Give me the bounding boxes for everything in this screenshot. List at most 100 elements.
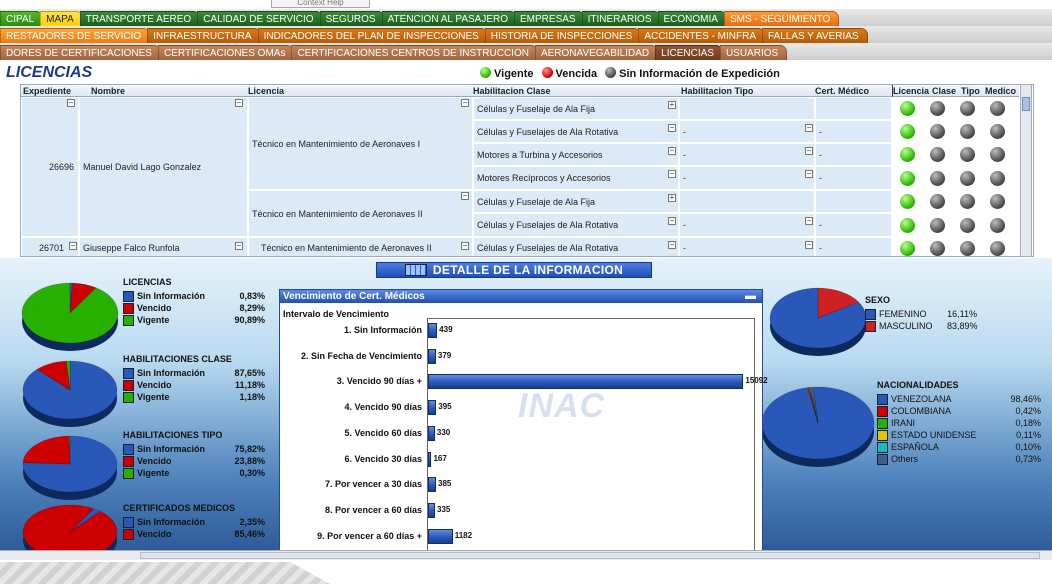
tab-calidad-de-servicio[interactable]: CALIDAD DE SERVICIO (197, 11, 323, 26)
collapse-icon[interactable]: − (67, 99, 75, 107)
tab-accidentes-minfra[interactable]: ACCIDENTES - MINFRA (638, 28, 765, 43)
licencias-table: Expediente Nombre Licencia Habilitacion … (20, 84, 1034, 257)
licencias-legend: LICENCIAS Sin Información 0,83% Vencido 8,29… (123, 277, 265, 326)
bar-value-label: 167 (433, 453, 447, 463)
tab-restadores-de-servicio[interactable]: RESTADORES DE SERVICIO (0, 28, 151, 43)
legend-swatch (877, 441, 888, 453)
legend-title: CERTIFICADOS MEDICOS (123, 503, 236, 513)
tab-indicadores-del-plan-de-inspecciones[interactable]: INDICADORES DEL PLAN DE INSPECCIONES (257, 28, 488, 43)
col-ind-clase[interactable]: Clase (932, 85, 961, 97)
collapse-icon[interactable]: − (805, 124, 813, 132)
gray-status-icon (929, 101, 945, 116)
scroll-thumb[interactable] (1022, 97, 1030, 111)
collapse-icon[interactable]: − (461, 192, 469, 200)
expand-icon[interactable]: + (668, 194, 676, 202)
collapse-icon[interactable]: − (668, 217, 676, 225)
collapse-icon[interactable]: − (805, 217, 813, 225)
collapse-icon[interactable]: − (805, 241, 813, 249)
col-ind-licencia[interactable]: Licencia (892, 85, 932, 97)
tab-infraestructura[interactable]: INFRAESTRUCTURA (147, 28, 261, 43)
horizontal-scrollbar[interactable] (0, 550, 1052, 560)
tab-aeronavegabilidad[interactable]: AERONAVEGABILIDAD (534, 45, 659, 60)
cert-medico-cell-value: - (819, 126, 822, 137)
green-status-icon (899, 217, 915, 233)
tab-atencion-al-pasajero[interactable]: ATENCION AL PASAJERO (381, 11, 518, 26)
table-vertical-scrollbar[interactable] (1020, 84, 1032, 257)
legend-value: 85,46% (234, 529, 265, 539)
bar[interactable] (428, 425, 435, 441)
legend-value: 23,88% (234, 456, 265, 466)
col-hab-clase[interactable]: Habilitacion Clase (473, 85, 679, 97)
bar-value-label: 439 (439, 325, 453, 334)
hab-tipo-pie (22, 435, 118, 500)
vencimiento-chart-panel: Vencimiento de Cert. Médicos ▬ Intervalo … (279, 289, 768, 551)
collapse-icon[interactable]: − (69, 242, 77, 250)
legend-row: VENEZOLANA 98,46% (877, 393, 1041, 405)
bar-value-label: 15092 (745, 376, 768, 386)
col-nombre[interactable]: Nombre (91, 85, 248, 97)
bar[interactable] (428, 528, 453, 544)
collapse-icon[interactable]: − (805, 147, 813, 155)
gray-status-icon (959, 124, 975, 139)
tab-dores-de-certificaciones[interactable]: DORES DE CERTIFICACIONES (0, 45, 161, 60)
legend-value: 90,89% (234, 315, 265, 325)
col-cert-medico[interactable]: Cert. Médico (815, 85, 892, 97)
bar[interactable] (428, 477, 437, 493)
licencia-cell: Técnico en Mantenimiento de Aeronaves I (248, 97, 473, 190)
tab-licencias[interactable]: LICENCIAS (655, 45, 723, 60)
col-ind-medico[interactable]: Medico (985, 85, 1019, 97)
legend-row: Vencido 85,46% (123, 528, 265, 540)
tab-certificaciones-centros-de-instruccion[interactable]: CERTIFICACIONES CENTROS DE INSTRUCCION (291, 45, 538, 60)
collapse-icon[interactable]: − (668, 124, 676, 132)
legend-swatch (877, 393, 888, 405)
tab-fallas-y-averias[interactable]: FALLAS Y AVERIAS (761, 28, 868, 43)
legend-row: Vencido 8,29% (123, 302, 265, 314)
col-expediente[interactable]: Expediente (21, 85, 91, 97)
legend-label: VENEZOLANA (891, 394, 952, 404)
tab-transporte-aereo[interactable]: TRANSPORTE AEREO (79, 11, 201, 26)
collapse-icon[interactable]: − (461, 242, 469, 250)
collapse-icon[interactable]: − (235, 99, 243, 107)
chart-title: Vencimiento de Cert. Médicos (283, 291, 425, 302)
collapse-icon[interactable]: − (668, 170, 676, 178)
minimize-icon[interactable]: ▬ (745, 290, 756, 303)
bar-value-label: 379 (437, 350, 452, 360)
collapse-icon[interactable]: − (461, 99, 469, 107)
collapse-icon[interactable]: − (668, 147, 676, 155)
bar[interactable] (428, 451, 432, 467)
collapse-icon[interactable]: − (805, 170, 813, 178)
tab-historia-de-inspecciones[interactable]: HISTORIA DE INSPECCIONES (484, 28, 642, 43)
tab-certificaciones-omas[interactable]: CERTIFICACIONES OMAs (157, 45, 295, 60)
tab-cipal[interactable]: CIPAL (0, 11, 44, 26)
tab-seguros[interactable]: SEGUROS (319, 11, 385, 26)
collapse-icon[interactable]: − (668, 241, 676, 249)
legend-row: Others 0,73% (877, 453, 1041, 465)
bar[interactable] (428, 348, 436, 364)
bar[interactable] (428, 323, 438, 338)
legend-label: FEMENINO (879, 309, 927, 319)
tab-economia[interactable]: ECONOMIA (657, 11, 727, 26)
tab-mapa[interactable]: MAPA (40, 11, 83, 26)
col-ind-tipo[interactable]: Tipo (961, 85, 985, 97)
category-label: 3. Vencido 90 días + (336, 376, 422, 387)
tab-empresas[interactable]: EMPRESAS (514, 11, 585, 26)
col-licencia[interactable]: Licencia (248, 85, 473, 97)
cert-medico-cell: - (815, 237, 892, 256)
hab-tipo-cell: - (679, 166, 815, 190)
tab-itinerarios[interactable]: ITINERARIOS (581, 11, 661, 26)
hab-tipo-legend: HABILITACIONES TIPO Sin Información 75,82%… (123, 430, 265, 479)
hab-clase-cell-value: Células y Fuselaje de Ala Fija (477, 103, 596, 114)
nacionalidades-legend: NACIONALIDADES VENEZOLANA 98,46% COLOMBIANA… (877, 380, 1041, 465)
expand-icon[interactable]: + (668, 101, 676, 109)
cert-medico-cell: - (815, 143, 892, 166)
h-scroll-thumb[interactable] (140, 552, 1040, 559)
col-hab-tipo[interactable]: Habilitacion Tipo (679, 85, 815, 97)
tab-usuarios[interactable]: USUARIOS (719, 45, 788, 60)
gray-status-icon (989, 101, 1005, 116)
collapse-icon[interactable]: − (235, 242, 243, 250)
hab-tipo-cell (679, 97, 815, 120)
bar[interactable] (428, 400, 437, 416)
bar[interactable] (428, 502, 435, 518)
tab-sms-seguimiento[interactable]: SMS - SEGUIMIENTO (723, 11, 840, 26)
bar[interactable] (428, 374, 744, 390)
